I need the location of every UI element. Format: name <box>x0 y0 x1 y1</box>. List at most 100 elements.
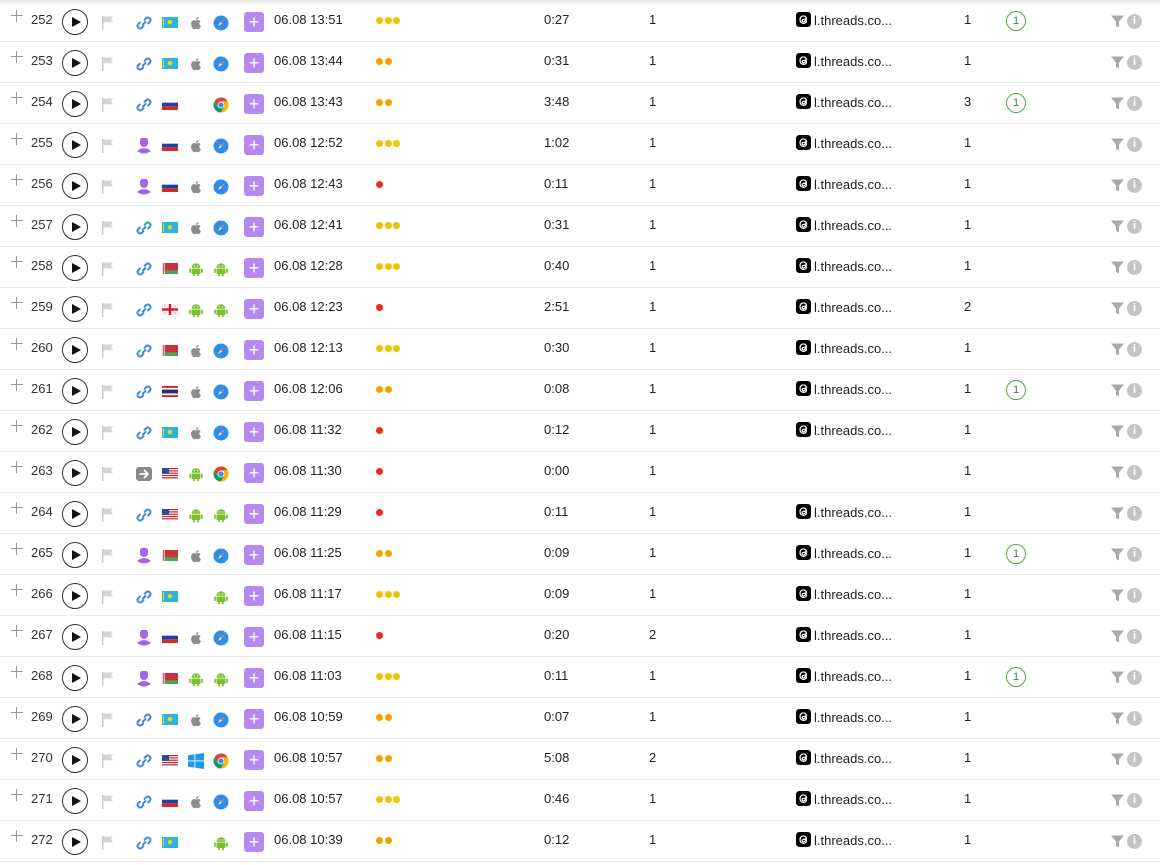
flag-icon[interactable] <box>101 507 115 523</box>
expand-row-button[interactable] <box>11 215 23 227</box>
info-icon[interactable]: i <box>1127 793 1142 808</box>
table-row[interactable]: 272 +06.08 10:39 0:12 1 l.threads.co... 1 i <box>0 820 1160 862</box>
referrer[interactable]: l.threads.co... <box>796 586 892 604</box>
play-recording-button[interactable] <box>62 173 88 199</box>
referrer[interactable]: l.threads.co... <box>796 135 892 153</box>
table-row[interactable]: 255 +06.08 12:52 1:02 1 l.threads.co... 1 i <box>0 123 1160 165</box>
flag-icon[interactable] <box>101 220 115 236</box>
add-icon[interactable]: + <box>244 94 264 114</box>
play-recording-button[interactable] <box>62 747 88 773</box>
info-icon[interactable]: i <box>1127 465 1142 480</box>
filter-icon[interactable] <box>1111 425 1124 438</box>
flag-icon[interactable] <box>101 835 115 851</box>
add-icon[interactable]: + <box>244 340 264 360</box>
filter-icon[interactable] <box>1111 794 1124 807</box>
referrer[interactable]: l.threads.co... <box>796 176 892 194</box>
play-recording-button[interactable] <box>62 706 88 732</box>
expand-row-button[interactable] <box>11 584 23 596</box>
flag-icon[interactable] <box>101 712 115 728</box>
info-icon[interactable]: i <box>1127 301 1142 316</box>
info-icon[interactable]: i <box>1127 14 1142 29</box>
play-recording-button[interactable] <box>62 829 88 855</box>
expand-row-button[interactable] <box>11 379 23 391</box>
referrer[interactable]: l.threads.co... <box>796 53 892 71</box>
add-icon[interactable]: + <box>244 750 264 770</box>
info-icon[interactable]: i <box>1127 383 1142 398</box>
table-row[interactable]: 259 +06.08 12:23 2:51 1 l.threads.co... 2 i <box>0 287 1160 329</box>
table-row[interactable]: 260 +06.08 12:13 0:30 1 l.threads.co... 1 i <box>0 328 1160 370</box>
info-icon[interactable]: i <box>1127 670 1142 685</box>
referrer[interactable]: l.threads.co... <box>796 381 892 399</box>
flag-icon[interactable] <box>101 466 115 482</box>
add-icon[interactable]: + <box>244 176 264 196</box>
info-icon[interactable]: i <box>1127 55 1142 70</box>
table-row[interactable]: 267 +06.08 11:15 0:20 2 l.threads.co... 1 i <box>0 615 1160 657</box>
expand-row-button[interactable] <box>11 748 23 760</box>
filter-icon[interactable] <box>1111 466 1124 479</box>
filter-icon[interactable] <box>1111 302 1124 315</box>
play-recording-button[interactable] <box>62 583 88 609</box>
add-icon[interactable]: + <box>244 217 264 237</box>
table-row[interactable]: 254 +06.08 13:43 3:48 1 l.threads.co... 3 1 i <box>0 82 1160 124</box>
info-icon[interactable]: i <box>1127 342 1142 357</box>
expand-row-button[interactable] <box>11 256 23 268</box>
expand-row-button[interactable] <box>11 461 23 473</box>
info-icon[interactable]: i <box>1127 96 1142 111</box>
add-icon[interactable]: + <box>244 299 264 319</box>
info-icon[interactable]: i <box>1127 547 1142 562</box>
expand-row-button[interactable] <box>11 92 23 104</box>
flag-icon[interactable] <box>101 794 115 810</box>
filter-icon[interactable] <box>1111 589 1124 602</box>
play-recording-button[interactable] <box>62 501 88 527</box>
play-recording-button[interactable] <box>62 378 88 404</box>
info-icon[interactable]: i <box>1127 752 1142 767</box>
play-recording-button[interactable] <box>62 214 88 240</box>
flag-icon[interactable] <box>101 425 115 441</box>
flag-icon[interactable] <box>101 630 115 646</box>
expand-row-button[interactable] <box>11 707 23 719</box>
play-recording-button[interactable] <box>62 132 88 158</box>
play-recording-button[interactable] <box>62 460 88 486</box>
flag-icon[interactable] <box>101 589 115 605</box>
table-row[interactable]: 257 +06.08 12:41 0:31 1 l.threads.co... 1 i <box>0 205 1160 247</box>
info-icon[interactable]: i <box>1127 711 1142 726</box>
flag-icon[interactable] <box>101 753 115 769</box>
flag-icon[interactable] <box>101 548 115 564</box>
flag-icon[interactable] <box>101 302 115 318</box>
add-icon[interactable]: + <box>244 832 264 852</box>
info-icon[interactable]: i <box>1127 834 1142 849</box>
add-icon[interactable]: + <box>244 135 264 155</box>
filter-icon[interactable] <box>1111 97 1124 110</box>
play-recording-button[interactable] <box>62 9 88 35</box>
flag-icon[interactable] <box>101 179 115 195</box>
referrer[interactable]: l.threads.co... <box>796 422 892 440</box>
play-recording-button[interactable] <box>62 788 88 814</box>
flag-icon[interactable] <box>101 671 115 687</box>
play-recording-button[interactable] <box>62 665 88 691</box>
flag-icon[interactable] <box>101 97 115 113</box>
table-row[interactable]: 252 +06.08 13:51 0:27 1 l.threads.co... 1 1 i <box>0 0 1160 42</box>
filter-icon[interactable] <box>1111 179 1124 192</box>
add-icon[interactable]: + <box>244 586 264 606</box>
add-icon[interactable]: + <box>244 627 264 647</box>
table-row[interactable]: 270 +06.08 10:57 5:08 2 l.threads.co... 1 i <box>0 738 1160 780</box>
info-icon[interactable]: i <box>1127 588 1142 603</box>
expand-row-button[interactable] <box>11 133 23 145</box>
table-row[interactable]: 258 +06.08 12:28 0:40 1 l.threads.co... 1 i <box>0 246 1160 288</box>
expand-row-button[interactable] <box>11 789 23 801</box>
play-recording-button[interactable] <box>62 296 88 322</box>
table-row[interactable]: 268 +06.08 11:03 0:11 1 l.threads.co... 1 1 i <box>0 656 1160 698</box>
expand-row-button[interactable] <box>11 830 23 842</box>
info-icon[interactable]: i <box>1127 506 1142 521</box>
filter-icon[interactable] <box>1111 384 1124 397</box>
filter-icon[interactable] <box>1111 15 1124 28</box>
filter-icon[interactable] <box>1111 507 1124 520</box>
table-row[interactable]: 253 +06.08 13:44 0:31 1 l.threads.co... 1 i <box>0 41 1160 83</box>
referrer[interactable]: l.threads.co... <box>796 791 892 809</box>
flag-icon[interactable] <box>101 56 115 72</box>
filter-icon[interactable] <box>1111 835 1124 848</box>
filter-icon[interactable] <box>1111 261 1124 274</box>
referrer[interactable]: l.threads.co... <box>796 627 892 645</box>
filter-icon[interactable] <box>1111 56 1124 69</box>
play-recording-button[interactable] <box>62 419 88 445</box>
